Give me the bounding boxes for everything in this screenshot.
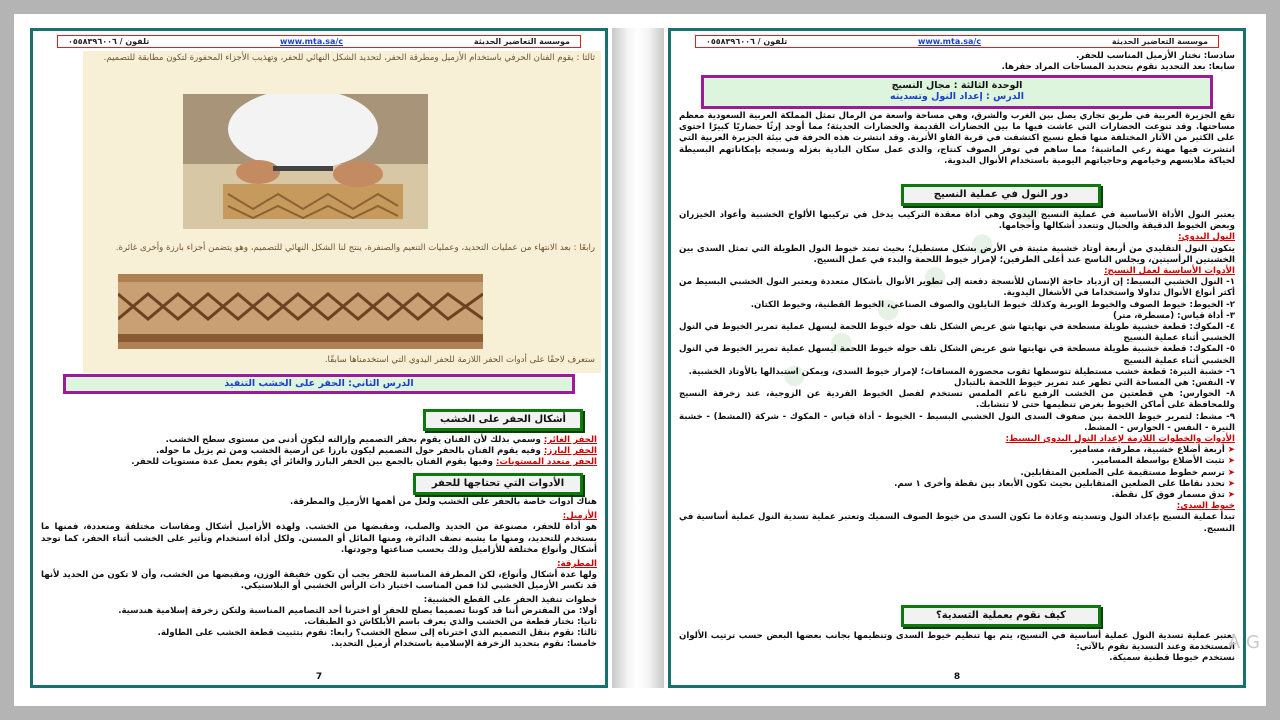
- shape-item-3: الحفر متعدد المستويات: وفيها يقوم الفنان…: [41, 457, 597, 468]
- page-header: موسسة التعاضير الحديثة www.mta.sa/c تلفو…: [57, 35, 581, 48]
- loom-role-title-box: دور النول في عملية النسيج: [901, 184, 1101, 206]
- bedouin-label: النول البدوي:: [1178, 232, 1235, 243]
- carving-hands-photo: [183, 94, 428, 229]
- chisel-text: هو أداة للحفر، مصنوعة من الحديد والصلب، …: [41, 522, 597, 555]
- prep-2: ➤ تثبت الأضلاع بواسطة المسامير.: [679, 456, 1235, 467]
- bedouin-text: يتكون النول التقليدي من أربعة أوتاد خشبي…: [679, 243, 1235, 265]
- page-number: 7: [315, 672, 323, 682]
- shapes-title-box: أشكال الحفر على الخشب: [423, 409, 583, 431]
- step-1: أولا: من المفترض أننا قد كوننا تصميما يص…: [118, 605, 597, 616]
- bullet-icon: ➤: [1224, 445, 1235, 456]
- tool-8: ٨- الحوارس: هي قطعتين من الخشب الرفيع نا…: [679, 389, 1235, 411]
- prep-2-text: تثبت الأضلاع بواسطة المسامير.: [1091, 456, 1225, 467]
- prep-4-text: تحدد نقاطا على الضلعين المتقابلين بحيث ت…: [894, 478, 1225, 489]
- shape-3-text: وفيها يقوم الفنان بالجمع بين الحفر البار…: [131, 457, 493, 468]
- steps-title: خطوات تنفيذ الحفر على القطع الخشبية:: [423, 594, 597, 605]
- step-4: خامسا: نقوم بتحديد الزخرفة الإسلامية باس…: [330, 639, 597, 650]
- bullet-icon: ➤: [1224, 490, 1235, 501]
- prep-3-text: ترسم خطوط مستقيمة على الضلعين المتقابلين…: [1020, 467, 1225, 478]
- tool-5: ٥- المكوك: قطعة خشبية طويلة مسطحة في نها…: [679, 344, 1235, 366]
- tool-9: ٩- مشط: لتمرير خيوط اللحمة بين صفوف السد…: [679, 411, 1235, 433]
- prep-4: ➤ تحدد نقاطا على الضلعين المتقابلين بحيث…: [679, 479, 1235, 490]
- tools-title: الأدوات التي تحتاجها للحفر: [431, 478, 565, 489]
- tools-title-box: الأدوات التي تحتاجها للحفر: [413, 473, 583, 495]
- carved-panel-photo: [118, 274, 483, 349]
- header-url[interactable]: www.mta.sa/c: [918, 37, 981, 46]
- top-line-2: سابعا: بعد التحديد نقوم بتحديد المساحات …: [1001, 62, 1235, 73]
- bullet-icon: ➤: [1224, 456, 1235, 467]
- loom-role-title: دور النول في عملية النسيج: [933, 189, 1069, 200]
- tool-1: ١- النول الخشبي البسيط: إن ازدياد حاجة ا…: [679, 277, 1235, 299]
- lesson-title: الدرس : إعداد النول وتسديته: [889, 91, 1025, 102]
- tool-2: ٢- الخيوط: خيوط الصوف والخيوط الوبرية وك…: [750, 299, 1235, 310]
- intro-paragraph: تقع الجزيرة العربية في طريق تجاري يصل بي…: [679, 111, 1235, 166]
- shape-2-text: وفيه يقوم الفنان بالحفر حول التصميم ليكو…: [156, 446, 541, 457]
- bullet-icon: ➤: [1224, 467, 1235, 478]
- shapes-list: الحفر الغائر: وسمي بذلك لأن الفنان يقوم …: [41, 435, 597, 469]
- prep-1-text: أربعة أضلاع خشبية، مطرقة، مسامير.: [1069, 445, 1225, 456]
- how-title: كيف نقوم بعملية التسدية؟: [936, 610, 1066, 621]
- warp-text: تبدأ عملية النسيج بإعداد النول وتسديته و…: [679, 512, 1235, 534]
- step-3: ثالثا: نقوم بنقل التصميم الذي اخترناه إل…: [157, 628, 597, 639]
- header-org: موسسة التعاضير الحديثة: [473, 37, 570, 46]
- how-title-box: كيف نقوم بعملية التسدية؟: [901, 605, 1101, 627]
- loom-role-text: يعتبر النول الأداة الأساسية في عملية الن…: [679, 210, 1235, 232]
- shape-3-label: الحفر متعدد المستويات:: [495, 457, 597, 468]
- prep-1: ➤ أربعة أضلاع خشبية، مطرقة، مسامير.: [679, 445, 1235, 456]
- page-number: 8: [953, 672, 961, 682]
- hammer-label: المطرقة:: [557, 559, 597, 570]
- basic-tools-label: الأدوات الأساسية لعمل النسيج:: [1104, 266, 1235, 277]
- right-page: موسسة التعاضير الحديثة www.mta.sa/c تلفو…: [668, 28, 1246, 688]
- tool-7: ٧- النفس: هي المساحة التي تظهر عند تمرير…: [953, 378, 1235, 389]
- prep-3: ➤ ترسم خطوط مستقيمة على الضلعين المتقابل…: [679, 468, 1235, 479]
- unit-title: الوحدة الثالثة : مجال النسيج: [891, 80, 1023, 91]
- page-header: موسسة التعاضير الحديثة www.mta.sa/c تلفو…: [695, 35, 1219, 48]
- hammer-text: ولها عدة أشكال وأنواع، لكن المطرقة المنا…: [41, 570, 597, 592]
- step-2: ثانيا: نختار قطعة من الخشب والذي يعرف با…: [304, 617, 597, 628]
- tool-4: ٤- المكوك: قطعة خشبية طويلة مسطحة في نها…: [679, 322, 1235, 344]
- how-text: تعتبر عملية تسدية النول عملية أساسية في …: [679, 631, 1235, 653]
- warp-label: خيوط السدى:: [1176, 501, 1235, 512]
- chisel-label: الأزميل:: [562, 511, 597, 522]
- header-org: موسسة التعاضير الحديثة: [1111, 37, 1208, 46]
- how-last: نستخدم خيوطا قطنية سميكة.: [1109, 653, 1235, 664]
- tools-intro: هناك أدوات خاصة بالحفر على الخشب ولعل من…: [290, 497, 597, 507]
- header-phone: تلفون / ٠٥٥٨٣٩٦٠٠٦: [68, 37, 150, 46]
- top-line-1: سادسا: نختار الأزميل المناسب للحفر.: [1075, 51, 1235, 61]
- prep-5-text: تدق مسمار فوق كل نقطة.: [1111, 490, 1225, 501]
- book-gutter: [612, 28, 664, 688]
- bullet-icon: ➤: [1224, 478, 1235, 489]
- shapes-title: أشكال الحفر على الخشب: [440, 414, 566, 425]
- header-phone: تلفون / ٠٥٥٨٣٩٦٠٠٦: [706, 37, 788, 46]
- tools-section: هناك أدوات خاصة بالحفر على الخشب ولعل من…: [41, 497, 597, 651]
- intro-paragraph-3: ستعرف لاحقًا على أدوات الحفر اللازمة للح…: [324, 355, 595, 365]
- prep-label: الأدوات والخطوات اللازمة لإعداد النول ال…: [1005, 434, 1235, 445]
- lesson-title-box: الدرس الثاني: الحفر على الخشب التنفيذ: [63, 374, 575, 394]
- intro-paragraph-2: رابعًا : بعد الانتهاء من عمليات التحديد،…: [115, 243, 595, 253]
- how-section: تعتبر عملية تسدية النول عملية أساسية في …: [679, 631, 1235, 665]
- lesson-title: الدرس الثاني: الحفر على الخشب التنفيذ: [224, 378, 414, 389]
- left-page: موسسة التعاضير الحديثة www.mta.sa/c تلفو…: [30, 28, 608, 688]
- shape-item-1: الحفر الغائر: وسمي بذلك لأن الفنان يقوم …: [41, 435, 597, 446]
- top-lines: سادسا: نختار الأزميل المناسب للحفر. سابع…: [679, 51, 1235, 73]
- unit-title-box: الوحدة الثالثة : مجال النسيج الدرس : إعد…: [701, 75, 1213, 109]
- ghost-overlay-text: A G: [1228, 632, 1260, 653]
- header-url[interactable]: www.mta.sa/c: [280, 37, 343, 46]
- loom-section: يعتبر النول الأداة الأساسية في عملية الن…: [679, 210, 1235, 535]
- shape-1-text: وسمي بذلك لأن الفنان يقوم بحفر التصميم و…: [165, 435, 541, 445]
- intro-paragraph-1: ثالثا : يقوم الفنان الحرفي باستخدام الأز…: [103, 53, 595, 63]
- shape-2-label: الحفر البارز:: [543, 446, 597, 457]
- prep-5: ➤ تدق مسمار فوق كل نقطة.: [679, 490, 1235, 501]
- tool-3: ٣- أداة قياس: (مسطرة، متر): [1113, 310, 1235, 321]
- shape-1-label: الحفر الغائر:: [543, 435, 597, 445]
- shape-item-2: الحفر البارز: وفيه يقوم الفنان بالحفر حو…: [41, 446, 597, 457]
- tool-6: ٦- خشبة النيرة: قطعة خشب مستطيلة تتوسطها…: [688, 366, 1235, 377]
